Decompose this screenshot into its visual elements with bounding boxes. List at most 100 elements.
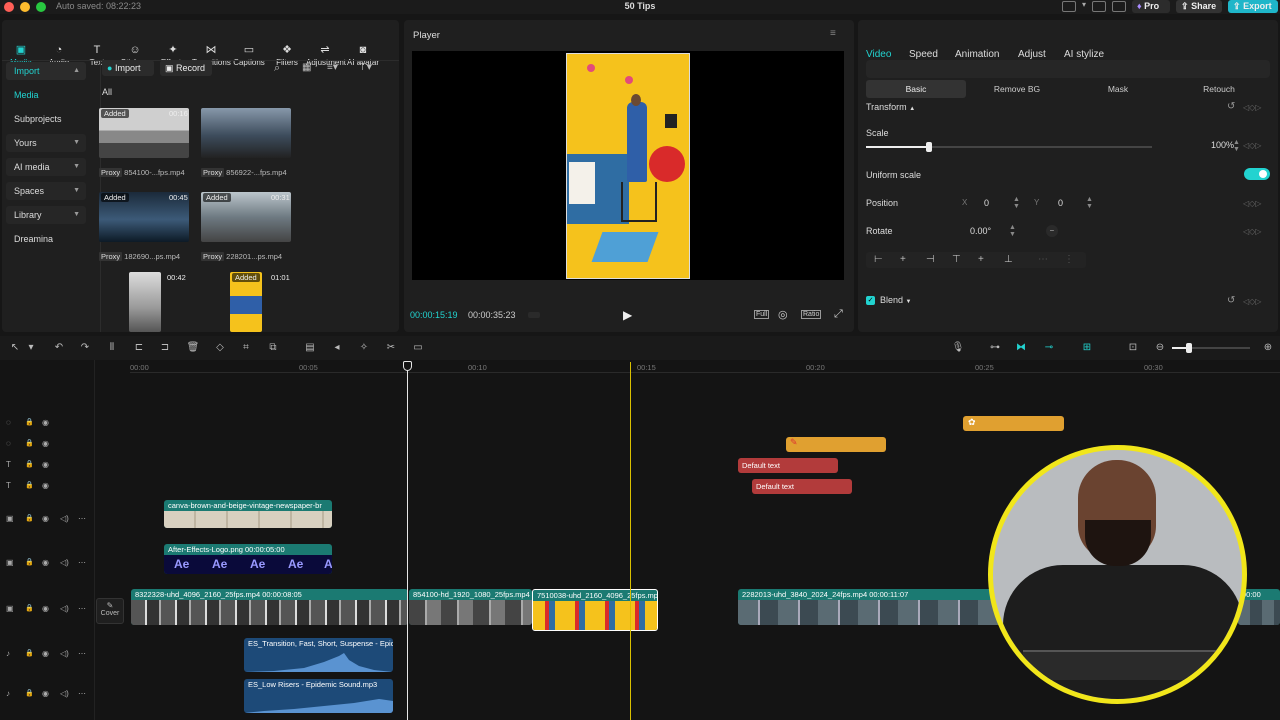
rotate-input[interactable]: 0.00° bbox=[970, 226, 991, 236]
distribute-h-icon[interactable]: ⋯ bbox=[1038, 254, 1048, 265]
tab-video[interactable]: Video bbox=[866, 49, 891, 60]
visibility-eye-icon[interactable]: ◉ bbox=[42, 514, 49, 523]
audio-clip[interactable]: ES_Transition, Fast, Short, Suspense - E… bbox=[244, 638, 393, 672]
scale-slider-knob[interactable] bbox=[926, 142, 932, 152]
media-thumbnail[interactable] bbox=[129, 272, 161, 332]
align-center-h-icon[interactable]: + bbox=[900, 254, 906, 265]
minimize-window-icon[interactable] bbox=[20, 2, 30, 12]
search-icon[interactable]: ⌕ bbox=[274, 62, 280, 75]
magic-cut-icon[interactable]: ✂ bbox=[384, 342, 398, 354]
subtitle-icon[interactable]: ▭ bbox=[411, 342, 425, 354]
track-more-icon[interactable]: ⋯ bbox=[78, 604, 86, 613]
mirror-icon[interactable]: ⧉ bbox=[266, 342, 280, 354]
sidebar-item-ai-media[interactable]: AI media ▼ bbox=[6, 158, 86, 176]
blend-keyframe-icon[interactable]: ◁◇▷ bbox=[1243, 297, 1261, 306]
position-x-input[interactable]: 0 bbox=[984, 198, 989, 208]
filter-icon[interactable]: ⊤▾ bbox=[358, 62, 372, 73]
position-y-stepper-icon[interactable]: ▲ ▼ bbox=[1086, 196, 1093, 210]
text-clip[interactable]: Default text bbox=[738, 458, 838, 473]
playhead-handle[interactable] bbox=[403, 361, 412, 371]
link-icon[interactable]: ⊶ bbox=[988, 342, 1002, 354]
select-dropdown-icon[interactable]: ▾ bbox=[24, 342, 38, 354]
pro-button[interactable]: ♦ Pro bbox=[1132, 0, 1170, 13]
tab-speed[interactable]: Speed bbox=[909, 49, 938, 60]
media-thumbnail[interactable] bbox=[201, 108, 291, 158]
screenshot-icon[interactable]: ◎ bbox=[778, 308, 788, 321]
scale-keyframe-icon[interactable]: ◁◇▷ bbox=[1243, 141, 1261, 150]
subtab-remove-bg[interactable]: Remove BG bbox=[967, 80, 1067, 98]
video-preview[interactable] bbox=[412, 51, 844, 280]
subtab-mask[interactable]: Mask bbox=[1068, 80, 1168, 98]
sort-icon[interactable]: ≡▾ bbox=[327, 62, 338, 73]
crop-icon[interactable]: ⌗ bbox=[239, 342, 253, 354]
sticker-clip[interactable]: ✎ bbox=[786, 437, 886, 452]
rotate-keyframe-icon[interactable]: ◁◇▷ bbox=[1243, 227, 1261, 236]
split-icon[interactable]: ⫴ bbox=[105, 342, 119, 354]
position-keyframe-icon[interactable]: ◁◇▷ bbox=[1243, 199, 1261, 208]
cover-button[interactable]: ✎ Cover bbox=[96, 598, 124, 624]
ratio-button[interactable]: Ratio bbox=[801, 310, 822, 319]
undo-icon[interactable]: ↶ bbox=[52, 342, 66, 354]
layout-dropdown-icon[interactable]: ▾ bbox=[1082, 0, 1086, 9]
newspaper-clip[interactable]: canva-brown-and-beige-vintage-newspaper-… bbox=[164, 500, 332, 528]
blend-checkbox[interactable]: ✓ bbox=[866, 296, 875, 305]
sidebar-item-dreamina[interactable]: Dreamina bbox=[6, 230, 86, 248]
trim-left-icon[interactable]: ⊏ bbox=[132, 342, 146, 354]
close-window-icon[interactable] bbox=[4, 2, 14, 12]
distribute-v-icon[interactable]: ⋮ bbox=[1064, 254, 1074, 265]
microphone-icon[interactable]: 🎙 bbox=[951, 342, 965, 354]
fullscreen-icon[interactable]: ⤢ bbox=[834, 308, 843, 321]
visibility-eye-icon[interactable]: ◉ bbox=[42, 418, 49, 427]
main-clip-selected[interactable]: 7510038-uhd_2160_4096_25fps.mp4 bbox=[532, 589, 658, 631]
lock-icon[interactable]: 🔒 bbox=[25, 418, 34, 426]
play-icon[interactable]: ▶ bbox=[623, 308, 632, 322]
ai-effects-icon[interactable]: ✧ bbox=[357, 342, 371, 354]
scale-value[interactable]: 100% bbox=[1194, 140, 1234, 150]
visibility-eye-icon[interactable]: ◉ bbox=[42, 481, 49, 490]
panel-icon[interactable] bbox=[1092, 1, 1106, 12]
maximize-window-icon[interactable] bbox=[36, 2, 46, 12]
align-left-icon[interactable]: ⊢ bbox=[874, 254, 883, 265]
timecode-format-toggle[interactable] bbox=[528, 312, 540, 318]
grid-view-icon[interactable]: ▦ bbox=[302, 62, 311, 73]
player-menu-icon[interactable]: ≡ bbox=[830, 28, 836, 39]
mute-audio-icon[interactable]: ◁) bbox=[60, 558, 69, 567]
select-tool-icon[interactable]: ↖ bbox=[8, 342, 22, 354]
align-center-v-icon[interactable]: + bbox=[978, 254, 984, 265]
lock-icon[interactable]: 🔒 bbox=[25, 460, 34, 468]
sticker-clip[interactable]: ✿ bbox=[963, 416, 1064, 431]
lock-icon[interactable]: 🔒 bbox=[25, 604, 34, 612]
lock-icon[interactable]: 🔒 bbox=[25, 558, 34, 566]
align-bottom-icon[interactable]: ⊥ bbox=[1004, 254, 1013, 265]
position-x-stepper-icon[interactable]: ▲ ▼ bbox=[1013, 196, 1020, 210]
preview-axis-icon[interactable]: ⊞ bbox=[1080, 342, 1094, 354]
uniform-scale-toggle[interactable] bbox=[1244, 168, 1270, 180]
tab-adjust[interactable]: Adjust bbox=[1018, 49, 1046, 60]
align-right-icon[interactable]: ⊣ bbox=[926, 254, 935, 265]
delete-icon[interactable]: 🗑 bbox=[186, 342, 200, 354]
export-button[interactable]: ⇪ Export bbox=[1228, 0, 1278, 13]
keyboard-icon[interactable] bbox=[1112, 1, 1126, 12]
visibility-eye-icon[interactable]: ◉ bbox=[42, 689, 49, 698]
mute-audio-icon[interactable]: ◁) bbox=[60, 604, 69, 613]
zoom-slider-track[interactable] bbox=[1172, 343, 1250, 353]
mute-audio-icon[interactable]: ◁) bbox=[60, 514, 69, 523]
main-clip[interactable]: 2282013-uhd_3840_2024_24fps.mp4 00:00:11… bbox=[738, 589, 1000, 625]
keyframe-nav-icon[interactable]: ◁◇▷ bbox=[1243, 103, 1261, 112]
media-thumbnail[interactable]: Added bbox=[230, 272, 262, 332]
lock-icon[interactable]: 🔒 bbox=[25, 649, 34, 657]
lock-icon[interactable]: 🔒 bbox=[25, 481, 34, 489]
lock-icon[interactable]: 🔒 bbox=[25, 514, 34, 522]
reset-blend-icon[interactable]: ↺ bbox=[1227, 295, 1235, 306]
sidebar-item-library[interactable]: Library ▼ bbox=[6, 206, 86, 224]
track-more-icon[interactable]: ⋯ bbox=[78, 649, 86, 658]
share-button[interactable]: ⇪ Share bbox=[1176, 0, 1222, 13]
filter-all[interactable]: All bbox=[102, 87, 112, 97]
ae-logo-clip[interactable]: After-Effects-Logo.png 00:00:05:00 Ae Ae… bbox=[164, 544, 332, 574]
zoom-in-icon[interactable]: ⊕ bbox=[1261, 342, 1275, 354]
freeze-icon[interactable]: ▤ bbox=[303, 342, 317, 354]
mute-audio-icon[interactable]: ◁) bbox=[60, 689, 69, 698]
tab-ai-stylize[interactable]: AI stylize bbox=[1064, 49, 1104, 60]
zoom-out-icon[interactable]: ⊖ bbox=[1153, 342, 1167, 354]
visibility-eye-icon[interactable]: ◉ bbox=[42, 604, 49, 613]
